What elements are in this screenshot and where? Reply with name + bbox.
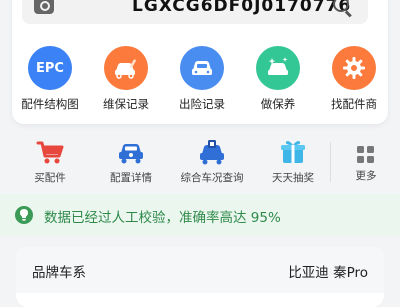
vin-text[interactable]: LGXCG6DF0J0170776: [132, 0, 351, 16]
brand-row: 品牌车系 比亚迪 秦Pro: [16, 247, 384, 293]
feature-find-supplier[interactable]: 找配件商: [316, 46, 392, 112]
secondary-car-status[interactable]: 综合车况查询: [172, 138, 252, 185]
feature-do-maintenance[interactable]: 做保养: [240, 46, 316, 112]
search-icon[interactable]: [332, 0, 354, 18]
car-accident-icon: [180, 46, 224, 90]
gift-icon: [278, 138, 308, 166]
divider: [330, 142, 331, 182]
secondary-label: 天天抽奖: [272, 172, 314, 184]
car-repair-icon: [104, 46, 148, 90]
gear-icon: [332, 46, 376, 90]
more-button[interactable]: 更多: [344, 142, 388, 183]
vehicle-info-card: 品牌车系 比亚迪 秦Pro: [16, 247, 384, 307]
feature-accident-record[interactable]: 出险记录: [164, 46, 240, 112]
secondary-buy-parts[interactable]: 买配件: [10, 138, 90, 185]
secondary-row: 买配件 配置详情 综合车况查询 天天抽奖 更多: [0, 134, 400, 190]
accuracy-text: 数据已经过人工校验，准确率高达 95%: [44, 210, 281, 226]
secondary-label: 配置详情: [110, 172, 152, 184]
feature-label: 维保记录: [103, 97, 149, 111]
brand-value: 比亚迪 秦Pro: [288, 265, 368, 281]
accuracy-banner: 数据已经过人工校验，准确率高达 95%: [0, 194, 400, 236]
lightbulb-icon: [14, 205, 34, 225]
car-config-icon: [116, 138, 146, 166]
secondary-config-details[interactable]: 配置详情: [91, 138, 171, 185]
feature-label: 配件结构图: [21, 97, 79, 111]
shopping-cart-icon: [35, 138, 65, 166]
secondary-daily-lottery[interactable]: 天天抽奖: [253, 138, 333, 185]
camera-scan-icon[interactable]: [34, 0, 54, 14]
more-label: 更多: [355, 170, 377, 182]
secondary-label: 买配件: [34, 172, 66, 184]
feature-label: 出险记录: [179, 97, 225, 111]
feature-maintenance-record[interactable]: 维保记录: [88, 46, 164, 112]
secondary-label: 综合车况查询: [180, 172, 244, 184]
epc-icon: EPC: [28, 46, 72, 90]
feature-row: EPC 配件结构图 维保记录 出险记录 做保养 找配件商: [12, 46, 388, 116]
brand-label: 品牌车系: [32, 265, 86, 281]
feature-label: 做保养: [260, 97, 296, 111]
vin-search-bar[interactable]: LGXCG6DF0J0170776: [22, 0, 368, 24]
car-wash-icon: [256, 46, 300, 90]
grid-icon: [357, 146, 375, 164]
feature-parts-diagram[interactable]: EPC 配件结构图: [12, 46, 88, 112]
feature-label: 找配件商: [331, 97, 377, 111]
car-status-icon: [197, 138, 227, 166]
